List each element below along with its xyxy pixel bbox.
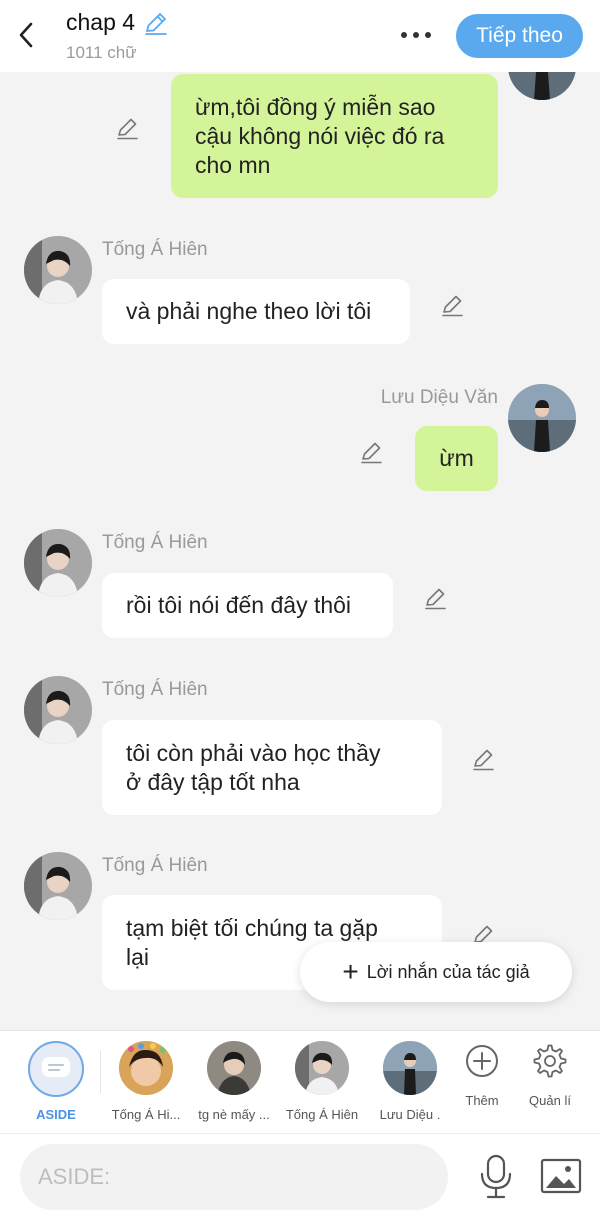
message-bubble[interactable]: tôi còn phải vào học thầy ở đây tập tốt … (102, 720, 442, 815)
chevron-left-icon (19, 22, 33, 48)
sender-name: Tống Á Hiên (102, 532, 208, 553)
message-text: ừm (439, 445, 474, 471)
image-icon (540, 1158, 582, 1194)
pencil-icon[interactable] (115, 115, 141, 141)
avatar-image (508, 384, 576, 452)
pencil-icon[interactable] (359, 439, 385, 465)
gear-icon (533, 1044, 567, 1078)
top-bar: chap 4 1011 chữ Tiếp theo (0, 0, 600, 72)
author-note-button[interactable]: + Lời nhắn của tác giả (300, 942, 572, 1002)
character-item[interactable]: Tống Á Hiên (281, 1041, 363, 1122)
dot-icon (413, 32, 419, 38)
message-right: ừm,tôi đồng ý miễn sao cậu không nói việ… (0, 72, 600, 202)
message-bubble[interactable]: ừm,tôi đồng ý miễn sao cậu không nói việ… (171, 74, 498, 198)
input-bar (0, 1133, 600, 1221)
character-label: Tống Á Hi... (111, 1107, 181, 1122)
character-bar: ASIDE Tống Á Hi... tg nè mấy ... Tống Á … (0, 1030, 600, 1133)
avatar[interactable] (508, 384, 576, 452)
avatar-image (24, 852, 92, 920)
message-bubble[interactable]: rồi tôi nói đến đây thôi (102, 573, 393, 638)
voice-button[interactable] (476, 1154, 516, 1200)
avatar-image (508, 72, 576, 100)
dot-icon (401, 32, 407, 38)
sender-name: Tống Á Hiên (102, 679, 208, 700)
avatar (207, 1041, 261, 1095)
avatar[interactable] (24, 852, 92, 920)
tool-label: Quản lí (529, 1093, 571, 1108)
pencil-icon[interactable] (423, 585, 449, 611)
chat-area[interactable]: ừm,tôi đồng ý miễn sao cậu không nói việ… (0, 72, 600, 1030)
character-item[interactable]: Lưu Diệu . (369, 1041, 451, 1122)
message-bubble[interactable]: và phải nghe theo lời tôi (102, 279, 410, 344)
avatar[interactable] (508, 72, 576, 100)
message-text: ừm,tôi đồng ý miễn sao cậu không nói việ… (195, 93, 445, 178)
manage-button[interactable]: Quản lí (520, 1043, 580, 1108)
next-button[interactable]: Tiếp theo (456, 14, 583, 58)
chapter-title: chap 4 (66, 9, 136, 35)
character-label: Lưu Diệu . (379, 1107, 441, 1122)
character-label: tg nè mấy ... (198, 1107, 270, 1122)
title-row: chap 4 (66, 9, 169, 36)
avatar[interactable] (24, 529, 92, 597)
microphone-icon (480, 1154, 512, 1199)
sender-name: Tống Á Hiên (102, 239, 208, 260)
back-button[interactable] (12, 18, 40, 52)
avatar-image (24, 529, 92, 597)
message-right: Lưu Diệu Văn ừm (0, 382, 600, 497)
character-item[interactable]: Tống Á Hi... (105, 1041, 187, 1122)
avatar[interactable] (24, 676, 92, 744)
avatar[interactable] (24, 236, 92, 304)
character-label: Tống Á Hiên (285, 1107, 359, 1122)
message-left: Tống Á Hiên rồi tôi nói đến đây thôi (0, 527, 600, 642)
plus-circle-icon (466, 1045, 498, 1077)
character-aside[interactable]: ASIDE (15, 1041, 97, 1122)
message-text: tôi còn phải vào học thầy ở đây tập tốt … (126, 739, 381, 795)
avatar (383, 1041, 437, 1095)
more-options-button[interactable] (396, 22, 436, 48)
message-text: và phải nghe theo lời tôi (126, 298, 372, 324)
image-button[interactable] (540, 1156, 582, 1196)
tool-label: Thêm (465, 1093, 499, 1108)
add-character-button[interactable]: Thêm (452, 1043, 512, 1108)
author-note-label: Lời nhắn của tác giả (366, 961, 530, 982)
message-input[interactable] (20, 1144, 448, 1210)
character-label: ASIDE (36, 1107, 76, 1122)
avatar (295, 1041, 349, 1095)
pencil-icon[interactable] (440, 292, 466, 318)
message-bubble[interactable]: ừm (415, 426, 498, 491)
pencil-icon[interactable] (471, 746, 497, 772)
message-text: rồi tôi nói đến đây thôi (126, 592, 352, 618)
dot-icon (425, 32, 431, 38)
message-left: Tống Á Hiên và phải nghe theo lời tôi (0, 234, 600, 349)
divider (100, 1051, 101, 1093)
sender-name: Tống Á Hiên (102, 855, 208, 876)
avatar-image (24, 236, 92, 304)
avatar (119, 1041, 173, 1095)
message-left: Tống Á Hiên tôi còn phải vào học thầy ở … (0, 674, 600, 819)
character-item[interactable]: tg nè mấy ... (193, 1041, 275, 1122)
chat-bubble-icon (28, 1041, 84, 1097)
pencil-icon[interactable] (143, 10, 169, 36)
plus-icon: + (342, 956, 359, 987)
word-count: 1011 chữ (66, 43, 137, 62)
avatar-image (24, 676, 92, 744)
sender-name: Lưu Diệu Văn (380, 387, 498, 408)
